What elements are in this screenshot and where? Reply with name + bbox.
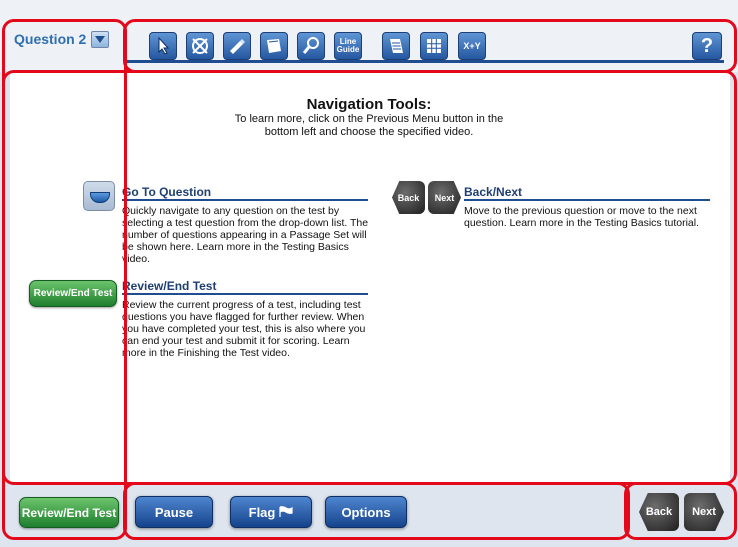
review-end-test-button-label: Review/End Test: [21, 505, 117, 520]
question-label: Question 2: [14, 31, 87, 47]
next-icon-label: Next: [434, 192, 455, 203]
review-end-test-icon-label: Review/End Test: [33, 288, 113, 299]
flag-icon: [279, 506, 293, 517]
review-end-test-title: Review/End Test: [122, 279, 217, 293]
go-to-question-rule: [122, 199, 368, 201]
review-end-test-button[interactable]: Review/End Test: [19, 497, 119, 528]
pause-button[interactable]: Pause: [135, 496, 213, 528]
next-button-label: Next: [692, 506, 716, 518]
go-to-question-body: Quickly navigate to any question on the …: [122, 205, 369, 265]
notepad-tool-button[interactable]: [382, 32, 410, 60]
back-next-body: Move to the previous question or move to…: [464, 205, 700, 229]
line-guide-icon: Line Guide: [336, 37, 360, 54]
eliminator-icon: [192, 38, 208, 54]
pointer-tool-button[interactable]: [149, 32, 177, 60]
eliminator-tool-button[interactable]: [186, 32, 214, 60]
back-next-title: Back/Next: [464, 185, 523, 199]
back-button-label: Back: [645, 506, 673, 518]
back-next-rule: [464, 199, 710, 201]
grid-icon: [427, 39, 441, 53]
magnifier-icon: [302, 37, 319, 54]
review-end-test-icon: Review/End Test: [29, 280, 117, 307]
options-button-label: Options: [341, 504, 391, 520]
help-icon: ?: [700, 34, 714, 57]
review-end-test-rule: [122, 293, 368, 295]
line-guide-tool-button[interactable]: Line Guide: [334, 32, 362, 60]
help-button[interactable]: ?: [692, 32, 722, 60]
pointer-icon: [158, 36, 170, 55]
sticky-note-icon: [267, 39, 281, 53]
flag-button[interactable]: Flag: [230, 496, 312, 528]
review-end-test-body: Review the current progress of a test, i…: [122, 299, 366, 359]
highlighter-icon: [230, 39, 245, 54]
options-button[interactable]: Options: [325, 496, 407, 528]
back-icon-label: Back: [397, 192, 420, 203]
formula-tool-button[interactable]: X+Y: [458, 32, 486, 60]
toolbar-divider: [127, 60, 724, 63]
highlighter-tool-button[interactable]: [223, 32, 251, 60]
sticky-note-tool-button[interactable]: [260, 32, 288, 60]
magnifier-tool-button[interactable]: [297, 32, 325, 60]
pause-button-label: Pause: [154, 504, 194, 520]
notepad-icon: [390, 39, 403, 53]
formula-icon: X+Y: [463, 41, 481, 51]
flag-button-label: Flag: [248, 504, 276, 520]
grid-tool-button[interactable]: [420, 32, 448, 60]
go-to-question-icon: [83, 181, 115, 211]
question-dropdown-button[interactable]: [91, 31, 109, 48]
go-to-question-title: Go To Question: [122, 185, 212, 199]
page-subtitle: To learn more, click on the Previous Men…: [234, 113, 504, 138]
page-title: Navigation Tools:: [306, 96, 432, 113]
